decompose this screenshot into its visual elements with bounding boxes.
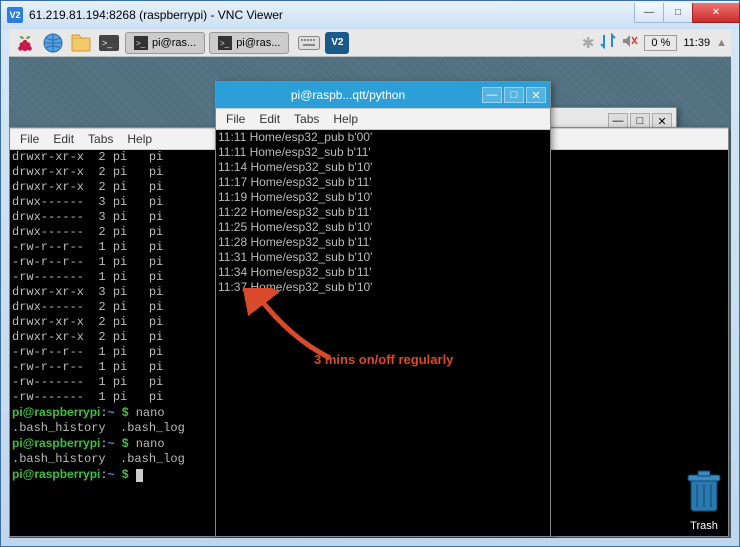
minimize-button[interactable]: — (634, 3, 664, 23)
remote-desktop: >_ >_ pi@ras... >_ pi@ras... V2 ✱ (9, 29, 731, 538)
trash-icon (683, 469, 725, 515)
volume-mute-icon[interactable] (622, 34, 638, 51)
terminal-window-python[interactable]: pi@raspb...qtt/python — □ ✕ File Edit Ta… (215, 81, 551, 537)
network-icon[interactable] (600, 33, 616, 52)
menu-file[interactable]: File (20, 132, 39, 146)
terminal-launcher-icon[interactable]: >_ (97, 32, 121, 54)
taskbar-item-terminal2[interactable]: >_ pi@ras... (209, 32, 289, 54)
vnc-viewer-window: V2 61.219.81.194:8268 (raspberrypi) - VN… (0, 0, 740, 547)
terminal-task-icon: >_ (218, 36, 232, 50)
terminal-title: pi@raspb...qtt/python (216, 88, 480, 102)
taskbar: >_ >_ pi@ras... >_ pi@ras... V2 ✱ (9, 29, 731, 57)
terminal-titlebar[interactable]: pi@raspb...qtt/python — □ ✕ (216, 82, 550, 108)
taskbar-item-terminal1[interactable]: >_ pi@ras... (125, 32, 205, 54)
terminal-task-icon: >_ (134, 36, 148, 50)
menu-edit[interactable]: Edit (259, 112, 280, 126)
window-minimize-button[interactable]: — (482, 87, 502, 103)
vnc-app-icon: V2 (7, 7, 23, 23)
keyboard-icon[interactable] (297, 32, 321, 54)
win7-titlebar[interactable]: V2 61.219.81.194:8268 (raspberrypi) - VN… (1, 1, 739, 29)
terminal-output[interactable]: 11:11 Home/esp32_pub b'00' 11:11 Home/es… (216, 130, 550, 536)
menu-help[interactable]: Help (333, 112, 358, 126)
menu-file[interactable]: File (226, 112, 245, 126)
taskbar-item-label: pi@ras... (236, 37, 280, 49)
clock[interactable]: 11:39 (683, 37, 710, 49)
svg-text:>_: >_ (102, 38, 113, 48)
svg-text:>_: >_ (220, 39, 230, 48)
window-maximize-button[interactable]: □ (504, 87, 524, 103)
bluetooth-icon[interactable]: ✱ (582, 34, 595, 52)
cpu-usage[interactable]: 0 % (644, 35, 677, 51)
svg-text:>_: >_ (136, 39, 146, 48)
maximize-button[interactable]: □ (663, 3, 693, 23)
menu-tabs[interactable]: Tabs (294, 112, 319, 126)
menu-tabs[interactable]: Tabs (88, 132, 113, 146)
eject-icon[interactable]: ▲ (716, 37, 727, 49)
trash-desktop-icon[interactable]: Trash (683, 469, 725, 532)
menu-edit[interactable]: Edit (53, 132, 74, 146)
raspberry-menu-icon[interactable] (13, 32, 37, 54)
close-button[interactable]: ✕ (692, 3, 740, 23)
window-title: 61.219.81.194:8268 (raspberrypi) - VNC V… (29, 8, 634, 22)
web-browser-icon[interactable] (41, 32, 65, 54)
annotation-text: 3 mins on/off regularly (314, 352, 453, 367)
vnc-server-icon[interactable]: V2 (325, 32, 349, 54)
trash-label: Trash (683, 520, 725, 532)
menu-help[interactable]: Help (127, 132, 152, 146)
terminal-menubar: File Edit Tabs Help (216, 108, 550, 130)
window-close-button[interactable]: ✕ (526, 87, 546, 103)
file-manager-icon[interactable] (69, 32, 93, 54)
taskbar-item-label: pi@ras... (152, 37, 196, 49)
